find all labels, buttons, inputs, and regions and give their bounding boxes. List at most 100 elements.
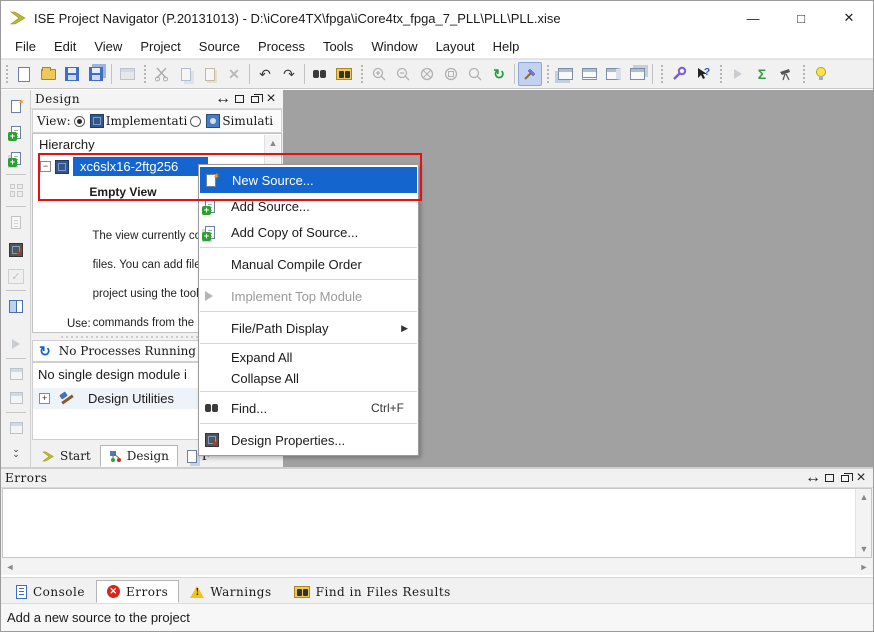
device-node-label[interactable]: xc6slx16-2ftg256 <box>73 157 208 176</box>
stop-process-button[interactable] <box>6 388 26 408</box>
simulation-radio[interactable] <box>190 116 201 127</box>
menu-file[interactable]: File <box>6 36 45 57</box>
toggle-check-button[interactable]: ✓ <box>6 266 26 286</box>
tab-find-in-files-results[interactable]: Find in Files Results <box>283 580 462 603</box>
menu-help[interactable]: Help <box>484 36 529 57</box>
menu-item-add-source[interactable]: + Add Source... <box>199 193 418 219</box>
save-button[interactable] <box>60 62 84 86</box>
float-panel-button[interactable]: ↔ <box>215 92 231 106</box>
menu-layout[interactable]: Layout <box>427 36 484 57</box>
menu-item-new-source[interactable]: ✶ New Source... <box>200 167 417 193</box>
scroll-left-button[interactable]: ◄ <box>2 559 18 575</box>
cascade-windows-button[interactable] <box>553 62 577 86</box>
save-all-button[interactable] <box>84 62 108 86</box>
new-file-button[interactable] <box>12 62 36 86</box>
collapse-node-icon[interactable]: − <box>40 161 51 172</box>
close-panel-button[interactable]: × <box>263 92 279 106</box>
menu-view[interactable]: View <box>85 36 131 57</box>
more-tools-button[interactable]: ⌄⌄ <box>6 442 26 462</box>
errors-horizontal-scrollbar[interactable]: ◄ ► <box>2 558 872 575</box>
menu-item-manual-compile-order[interactable]: Manual Compile Order <box>199 251 418 277</box>
print-button[interactable] <box>115 62 139 86</box>
design-properties-rail-button[interactable]: ✓ <box>6 240 26 260</box>
find-button[interactable] <box>308 62 332 86</box>
scroll-up-button[interactable]: ▲ <box>265 135 281 151</box>
show-columns-button[interactable] <box>6 296 26 316</box>
zoom-selection-button[interactable] <box>463 62 487 86</box>
intelligent-help-button[interactable] <box>809 62 833 86</box>
menu-item-implement-top-module[interactable]: Implement Top Module <box>199 283 418 309</box>
float-panel-button[interactable]: ↔ <box>805 471 821 485</box>
errors-panel-header[interactable]: Errors ↔ × <box>1 469 873 488</box>
menu-item-collapse-all[interactable]: Collapse All <box>199 368 418 389</box>
restore-window-button[interactable] <box>625 62 649 86</box>
close-panel-button[interactable]: × <box>853 471 869 485</box>
scroll-up-button[interactable]: ▲ <box>856 489 872 505</box>
toolbar-grip[interactable] <box>143 64 148 84</box>
errors-content[interactable]: ▲ ▼ <box>2 488 872 558</box>
analyze-button[interactable] <box>774 62 798 86</box>
copy-button[interactable] <box>174 62 198 86</box>
menu-edit[interactable]: Edit <box>45 36 85 57</box>
sum-button[interactable]: Σ <box>750 62 774 86</box>
partition-button[interactable] <box>6 180 26 200</box>
undo-button[interactable]: ↶ <box>253 62 277 86</box>
menu-window[interactable]: Window <box>362 36 426 57</box>
delete-button[interactable]: ✕ <box>222 62 246 86</box>
tile-vertical-button[interactable] <box>601 62 625 86</box>
menu-item-find[interactable]: Find... Ctrl+F <box>199 395 418 421</box>
menu-item-add-copy-of-source[interactable]: + Add Copy of Source... <box>199 219 418 245</box>
settings-button[interactable] <box>667 62 691 86</box>
toolbar-grip[interactable] <box>719 64 724 84</box>
errors-vertical-scrollbar[interactable]: ▲ ▼ <box>855 489 871 557</box>
maximize-panel-button[interactable] <box>821 471 837 485</box>
rerun-process-button[interactable] <box>6 364 26 384</box>
tab-errors[interactable]: ✕ Errors <box>96 580 179 603</box>
tile-horizontal-button[interactable] <box>577 62 601 86</box>
tab-design[interactable]: Design <box>100 445 178 467</box>
zoom-in-button[interactable] <box>367 62 391 86</box>
toolbar-grip[interactable] <box>802 64 807 84</box>
zoom-box-button[interactable] <box>439 62 463 86</box>
refresh-button[interactable]: ↻ <box>487 62 511 86</box>
scroll-right-button[interactable]: ► <box>856 559 872 575</box>
add-copy-of-source-button[interactable]: + <box>6 148 26 168</box>
context-help-button[interactable]: ? <box>691 62 715 86</box>
run-button[interactable] <box>726 62 750 86</box>
scroll-down-button[interactable]: ▼ <box>856 541 872 557</box>
find-in-files-button[interactable] <box>332 62 356 86</box>
source-properties-button[interactable] <box>6 212 26 232</box>
close-button[interactable]: ✕ <box>825 1 873 35</box>
toolbar-grip[interactable] <box>5 64 10 84</box>
cut-button[interactable] <box>150 62 174 86</box>
tab-start[interactable]: Start <box>33 445 100 467</box>
paste-button[interactable] <box>198 62 222 86</box>
zoom-full-view-button[interactable] <box>415 62 439 86</box>
toolbar-grip[interactable] <box>360 64 365 84</box>
menu-source[interactable]: Source <box>190 36 249 57</box>
menu-item-file-path-display[interactable]: File/Path Display ▶ <box>199 315 418 341</box>
maximize-button[interactable]: □ <box>777 1 825 35</box>
menu-tools[interactable]: Tools <box>314 36 362 57</box>
expand-node-icon[interactable]: + <box>39 393 50 404</box>
toolbox-button[interactable] <box>518 62 542 86</box>
minimize-button[interactable]: — <box>729 1 777 35</box>
restore-panel-button[interactable] <box>247 92 263 106</box>
hierarchy-device-row[interactable]: − xc6slx16-2ftg256 <box>40 157 208 176</box>
menu-item-expand-all[interactable]: Expand All <box>199 347 418 368</box>
toolbar-grip[interactable] <box>546 64 551 84</box>
zoom-out-button[interactable] <box>391 62 415 86</box>
implementation-radio[interactable] <box>74 116 85 127</box>
open-file-button[interactable] <box>36 62 60 86</box>
menu-item-design-properties[interactable]: ✓ Design Properties... <box>199 427 418 453</box>
menu-project[interactable]: Project <box>131 36 189 57</box>
run-process-button[interactable] <box>6 334 26 354</box>
rerun-all-button[interactable] <box>6 418 26 438</box>
design-panel-header[interactable]: Design ↔ × <box>31 90 283 109</box>
tab-console[interactable]: Console <box>5 580 96 603</box>
restore-panel-button[interactable] <box>837 471 853 485</box>
add-source-button[interactable]: + <box>6 122 26 142</box>
tab-warnings[interactable]: Warnings <box>179 580 282 603</box>
redo-button[interactable]: ↷ <box>277 62 301 86</box>
menu-process[interactable]: Process <box>249 36 314 57</box>
